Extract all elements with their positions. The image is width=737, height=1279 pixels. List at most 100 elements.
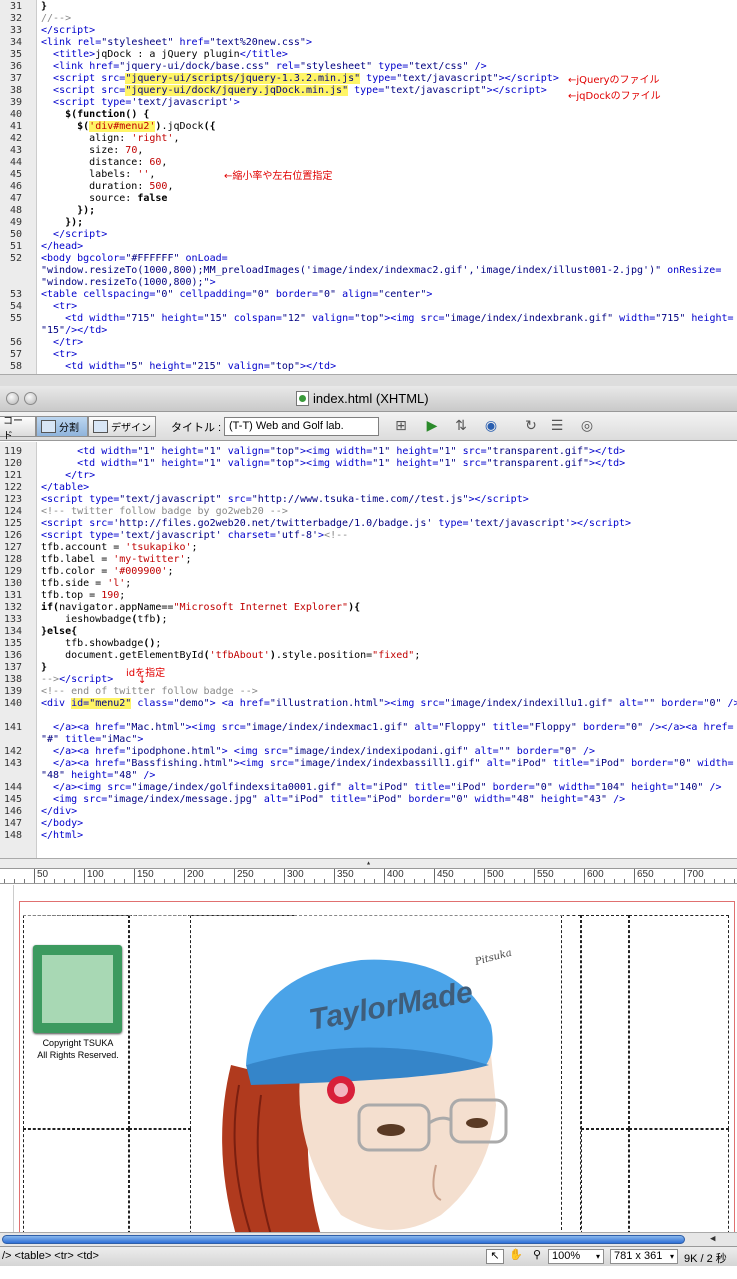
minimize-window-button[interactable] [24,392,37,405]
code-line[interactable]: <table cellspacing="0" cellpadding="0" b… [41,289,737,301]
code-line[interactable]: <script type='text/javascript' charset='… [41,530,737,542]
code-line[interactable]: labels: '', [41,169,737,181]
code-line[interactable]: }); [41,205,737,217]
tag-selector[interactable]: /> <table> <tr> <td> [2,1250,99,1262]
code-line[interactable]: <img src="image/index/message.jpg" alt="… [41,794,737,806]
reload-icon[interactable]: ↻ [520,417,542,436]
line-number: 129 [3,566,22,577]
code-line[interactable]: <!-- end of twitter follow badge --> [41,686,737,698]
code-line[interactable]: <td width="1" height="1" valign="top"><i… [41,458,737,470]
code-line[interactable]: "window.resizeTo(1000,800);"> [41,277,737,289]
code-line[interactable]: </head> [41,241,737,253]
code-line[interactable]: tfb.side = 'l'; [41,578,737,590]
code-line[interactable]: <td width="5" height="215" valign="top">… [41,361,737,373]
code-line[interactable]: tfb.color = '#009900'; [41,566,737,578]
code-line[interactable]: tfb.top = 190; [41,590,737,602]
split-view-button[interactable]: 分割 [36,416,88,437]
zoom-tool-icon[interactable]: ⚲ [528,1249,546,1264]
code-line[interactable]: </tr> [41,337,737,349]
ruler-tick [134,879,135,883]
window-size-select[interactable]: 781 x 361 ▾ [610,1249,678,1264]
code-line[interactable]: } [41,1,737,13]
code-line[interactable]: }else{ [41,626,737,638]
code-line[interactable]: </table> [41,482,737,494]
code-line[interactable]: <script type="text/javascript" src="http… [41,494,737,506]
globe-icon[interactable]: ◉ [480,417,502,436]
document-title-input[interactable]: (T-T) Web and Golf lab. [224,417,379,436]
golfer-illustration[interactable]: TaylorMade Pitsuka [191,915,561,1232]
code-line[interactable]: <!-- twitter follow badge by go2web20 --… [41,506,737,518]
line-number: 33 [9,25,22,36]
right-eye [466,1118,488,1128]
code-line[interactable]: </a><a href="Bassfishing.html"><img src=… [41,758,737,770]
code-line[interactable]: if(navigator.appName=="Microsoft Interne… [41,602,737,614]
code-line[interactable]: <td width="1" height="1" valign="top"><i… [41,446,737,458]
code-line[interactable]: duration: 500, [41,181,737,193]
select-tool-icon[interactable]: ↖ [486,1249,504,1264]
close-window-button[interactable] [6,392,19,405]
code-line[interactable]: </html> [41,830,737,842]
code-line[interactable]: <script src='http://files.go2web20.net/t… [41,518,737,530]
code-line[interactable]: }); [41,217,737,229]
code-line[interactable]: <title>jqDock : a jQuery plugin</title> [41,49,737,61]
code-line[interactable]: align: 'right', [41,133,737,145]
code-line[interactable]: </a><img src="image/index/golfindexsita0… [41,782,737,794]
code-editor-top[interactable]: 31} 32 //--> 33 </script> 34 <link rel="styles… [0,0,737,374]
scroll-left-arrow[interactable]: ◀ [710,1234,715,1244]
code-line[interactable]: $('div#menu2').jqDock({ [41,121,737,133]
code-line[interactable]: "window.resizeTo(1000,800);MM_preloadIma… [41,265,737,277]
code-line[interactable]: <tr> [41,349,737,361]
status-bar: /> <table> <tr> <td> ↖ ✋ ⚲ 100% ▾ 781 x 3… [0,1246,737,1266]
ruler-tick [624,879,625,883]
code-line[interactable]: "#" title="iMac"> [41,734,737,746]
refresh-design-icon[interactable]: ⇅ [450,417,472,436]
code-line[interactable]: <div id="menu2" class="demo"> <a href="i… [41,698,737,710]
code-line[interactable]: </a><a href="ipodphone.html"> <img src="… [41,746,737,758]
view-options-icon[interactable]: ☰ [546,417,568,436]
line-number: 56 [9,337,22,348]
horizontal-scrollbar[interactable]: ◀ [0,1232,737,1246]
code-line[interactable]: size: 70, [41,145,737,157]
code-line[interactable]: "48" height="48" /> [41,770,737,782]
code-line[interactable]: tfb.showbadge(); [41,638,737,650]
code-line[interactable]: tfb.account = 'tsukapiko'; [41,542,737,554]
zoom-select[interactable]: 100% ▾ [548,1249,604,1264]
code-line[interactable]: </a><a href="Mac.html"><img src="image/i… [41,722,737,734]
code-view-button[interactable]: コード [0,416,36,442]
scrollbar-thumb[interactable] [2,1235,685,1244]
code-line[interactable]: </script> [41,229,737,241]
code-line[interactable]: </script> [41,25,737,37]
ruler-tick [334,879,335,883]
code-line[interactable]: document.getElementById('tfbAbout').styl… [41,650,737,662]
code-line[interactable]: "15"/></td> [41,325,737,337]
code-line[interactable]: </body> [41,818,737,830]
ruler-tick [384,879,385,883]
code-line[interactable]: distance: 60, [41,157,737,169]
code-line[interactable]: <tr> [41,301,737,313]
preview-in-browser-icon[interactable]: ▶ [421,417,443,436]
ruler-tick [244,879,245,883]
code-line[interactable]: <link rel="stylesheet" href="text%20new.… [41,37,737,49]
pane-splitter[interactable]: ▴ [0,858,737,868]
code-editor-bottom[interactable]: 119 <td width="1" height="1" valign="top… [0,442,737,858]
code-line[interactable]: //--> [41,13,737,25]
code-line[interactable]: source: false [41,193,737,205]
code-line[interactable]: tfb.label = 'my-twitter'; [41,554,737,566]
code-line[interactable]: </div> [41,806,737,818]
file-management-icon[interactable]: ⊞ [390,417,412,436]
window-titlebar[interactable]: index.html (XHTML) [0,386,737,412]
line-number: 42 [9,133,22,144]
code-line[interactable]: $(function() { [41,109,737,121]
hand-tool-icon[interactable]: ✋ [507,1249,525,1264]
design-view[interactable]: Copyright TSUKA All Rights Reserved. Tay… [0,885,737,1232]
line-number: 135 [3,638,22,649]
ruler-tick [704,879,705,883]
code-line[interactable]: <td width="715" height="15" colspan="12"… [41,313,737,325]
visual-aids-icon[interactable]: ◎ [576,417,598,436]
green-badge-image[interactable] [33,945,122,1033]
code-line[interactable]: <body bgcolor="#FFFFFF" onLoad= [41,253,737,265]
code-line[interactable]: </tr> [41,470,737,482]
design-view-button[interactable]: デザイン [88,416,156,437]
line-number: 49 [9,217,22,228]
code-line[interactable]: ieshowbadge(tfb); [41,614,737,626]
